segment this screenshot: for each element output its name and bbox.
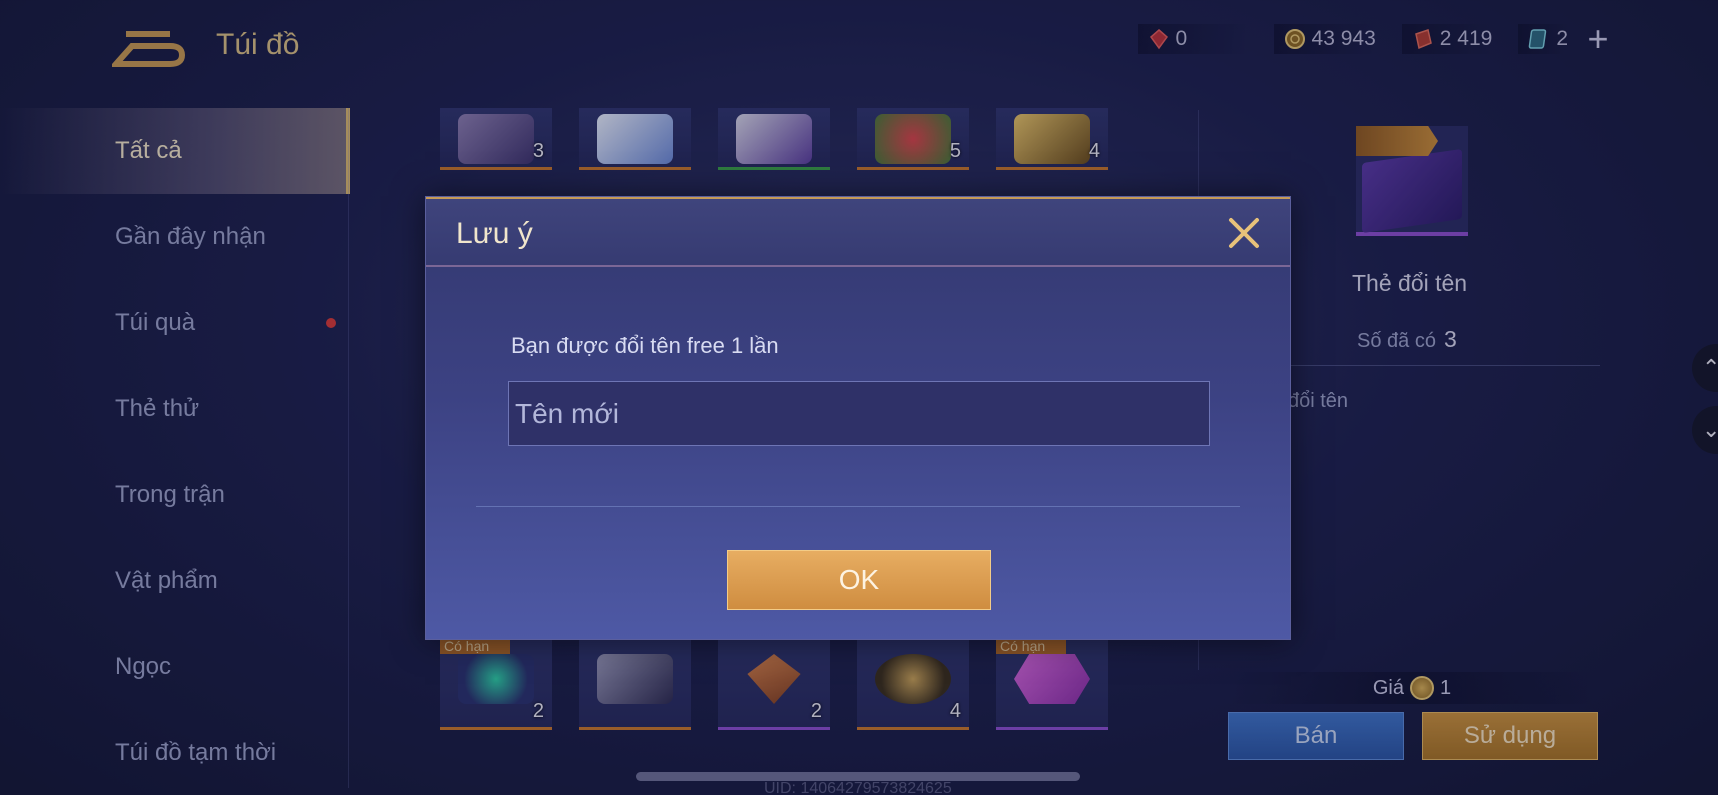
dialog-message: Bạn được đổi tên free 1 lần	[511, 333, 779, 358]
close-icon[interactable]	[1226, 215, 1262, 251]
dialog-divider	[476, 506, 1240, 507]
dialog-header: Lưu ý	[426, 197, 1290, 267]
rename-dialog: Lưu ý Bạn được đổi tên free 1 lần OK	[425, 196, 1291, 640]
new-name-input[interactable]	[508, 381, 1210, 446]
ok-button[interactable]: OK	[727, 550, 991, 610]
dialog-title: Lưu ý	[456, 217, 533, 250]
